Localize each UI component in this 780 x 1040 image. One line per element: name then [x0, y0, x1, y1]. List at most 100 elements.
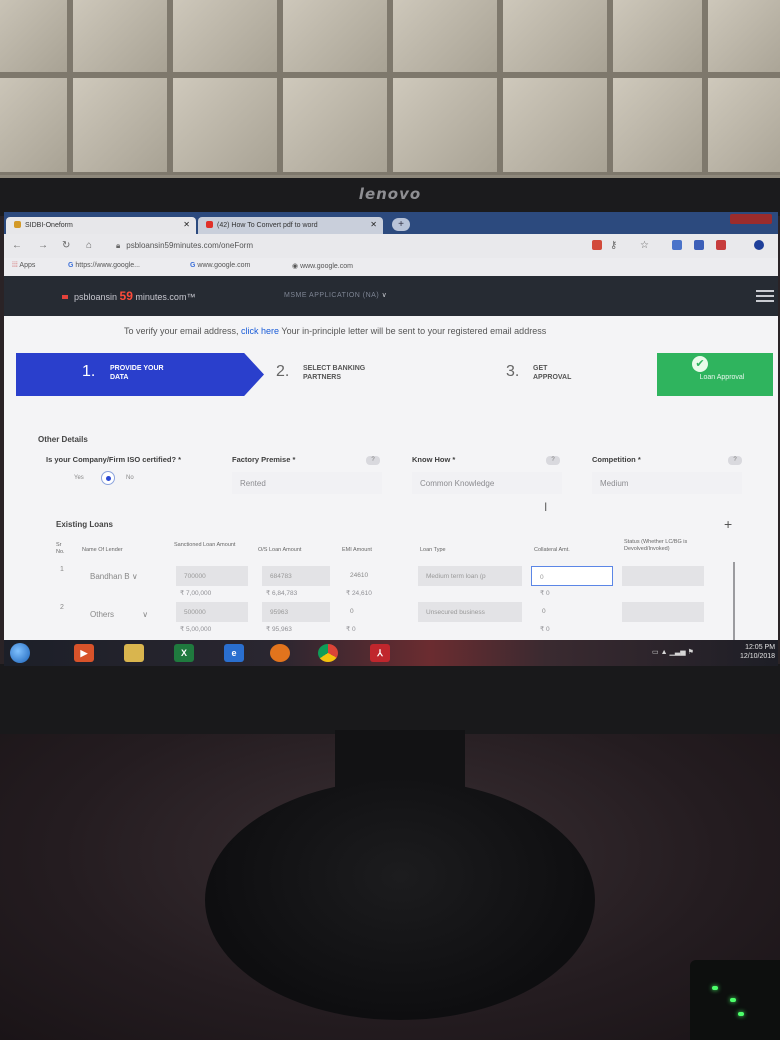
help-icon[interactable]: ?	[366, 456, 380, 465]
tab-youtube[interactable]: (42) How To Convert pdf to word ✕	[198, 217, 383, 234]
verify-email-link[interactable]: click here	[241, 326, 279, 336]
loan-sr-no: 2	[60, 604, 64, 611]
system-tray[interactable]: ▭ ▲ ▁▃▅ ⚑	[652, 648, 694, 656]
window-controls[interactable]	[730, 214, 772, 224]
acrobat-icon[interactable]: ⅄	[370, 644, 390, 662]
menu-icon[interactable]	[756, 290, 774, 302]
sanctioned-amount-formatted: ₹ 7,00,000	[180, 590, 212, 597]
check-icon: ✔	[692, 356, 708, 372]
tab-favicon-icon	[14, 221, 21, 228]
key-icon[interactable]: ⚷	[610, 240, 617, 251]
bookmark-google-1[interactable]: G https://www.google...	[68, 262, 140, 269]
chevron-down-icon: ∨	[131, 572, 138, 581]
chevron-down-icon: ∨	[142, 610, 149, 619]
star-icon[interactable]: ☆	[640, 240, 649, 251]
reload-icon[interactable]: ↻	[62, 240, 70, 251]
text-cursor-icon: I	[544, 500, 548, 514]
address-bar[interactable]: 🔒︎ psbloansin59minutes.com/oneForm	[116, 238, 586, 254]
home-icon[interactable]: ⌂	[86, 240, 92, 251]
iso-question-label: Is your Company/Firm ISO certified? *	[46, 455, 182, 464]
forward-icon[interactable]: →	[38, 240, 48, 251]
clock-date: 12/10/2018	[740, 653, 776, 660]
help-icon[interactable]: ?	[728, 456, 742, 465]
extension-icon[interactable]	[592, 240, 602, 250]
browser-tab-strip: SIDBI-Oneform ✕ (42) How To Convert pdf …	[4, 212, 778, 234]
col-header: Loan Type	[420, 547, 446, 553]
status-select[interactable]	[622, 566, 704, 586]
step-get-approval[interactable]: 3. GET APPROVAL	[496, 353, 656, 396]
excel-icon[interactable]: X	[174, 644, 194, 662]
internet-explorer-icon[interactable]: e	[224, 644, 244, 662]
application-menu[interactable]: MSME APPLICATION (NA) ∨	[284, 291, 387, 299]
add-loan-button[interactable]: +	[724, 516, 732, 532]
bookmark-google-3[interactable]: ◉ www.google.com	[292, 262, 353, 270]
media-player-icon[interactable]: ▶	[74, 644, 94, 662]
emi-amount-input[interactable]: 24610	[350, 572, 368, 579]
collateral-amount-formatted: ₹ 0	[540, 626, 550, 633]
competition-select[interactable]: Medium	[592, 472, 742, 494]
email-verify-notice: To verify your email address, click here…	[124, 326, 547, 336]
extension-icon[interactable]	[716, 240, 726, 250]
know-how-select[interactable]: Common Knowledge	[412, 472, 562, 494]
close-icon[interactable]: ✕	[183, 220, 190, 229]
logo-mark-icon	[62, 295, 68, 299]
competition-label: Competition *	[592, 455, 641, 464]
iso-radio[interactable]	[101, 471, 115, 485]
new-tab-button[interactable]: +	[392, 218, 410, 231]
extension-icon[interactable]	[694, 240, 704, 250]
collateral-amount-input[interactable]: 0	[542, 608, 546, 615]
col-header: Sr No.	[56, 542, 65, 555]
lender-select[interactable]: Others ∨	[90, 610, 148, 619]
close-icon[interactable]: ✕	[370, 220, 377, 229]
collateral-amount-input[interactable]: 0	[531, 566, 613, 586]
emi-amount-input[interactable]: 0	[350, 608, 354, 615]
browser-toolbar: ← → ↻ ⌂ 🔒︎ psbloansin59minutes.com/oneFor…	[4, 234, 778, 258]
step-provide-data[interactable]: 1. PROVIDE YOUR DATA	[16, 353, 264, 396]
outstanding-amount-input[interactable]: 95963	[262, 602, 330, 622]
lender-select[interactable]: Bandhan B ∨	[90, 572, 138, 581]
tab-title: SIDBI-Oneform	[25, 222, 73, 229]
flag-icon: ⚑	[687, 649, 694, 656]
col-header: Sanctioned Loan Amount	[174, 542, 236, 548]
firefox-icon[interactable]	[270, 644, 290, 662]
status-select[interactable]	[622, 602, 704, 622]
lock-icon: 🔒︎	[116, 241, 121, 250]
sanctioned-amount-input[interactable]: 500000	[176, 602, 248, 622]
factory-premise-select[interactable]: Rented	[232, 472, 382, 494]
monitor-brand: lenovo	[358, 185, 422, 203]
profile-avatar[interactable]	[754, 240, 764, 250]
tab-sidbi-oneform[interactable]: SIDBI-Oneform ✕	[6, 217, 196, 234]
know-how-label: Know How *	[412, 455, 456, 464]
site-logo[interactable]: psbloansin 59 minutes.com™	[62, 289, 195, 303]
url-text: psbloansin59minutes.com/oneForm	[126, 241, 253, 250]
loan-sr-no: 1	[60, 566, 64, 573]
col-header: Status (Whether LC/BG is Devolved/Invoke…	[624, 539, 688, 552]
bookmark-google-2[interactable]: G www.google.com	[190, 262, 250, 269]
clock-time: 12:05 PM	[745, 644, 776, 651]
progress-steps: 1. PROVIDE YOUR DATA 2. SELECT BANKING P…	[16, 353, 773, 396]
monitor-stand-base	[205, 780, 595, 1020]
loan-type-select[interactable]: Unsecured business	[418, 602, 522, 622]
back-icon[interactable]: ←	[12, 240, 22, 251]
step-select-banking[interactable]: 2. SELECT BANKING PARTNERS	[266, 353, 466, 396]
extension-icon[interactable]	[672, 240, 682, 250]
chrome-icon[interactable]	[318, 644, 338, 662]
collateral-amount-formatted: ₹ 0	[540, 590, 550, 597]
system-clock[interactable]: 12:05 PM 12/10/2018	[740, 643, 775, 661]
col-header: Collateral Amt.	[534, 547, 570, 553]
globe-icon: ◉	[292, 263, 299, 270]
step-loan-approval[interactable]: ✔ Loan Approval	[657, 353, 773, 396]
bookmark-apps[interactable]: ⁞⁞⁞ Apps	[12, 262, 35, 269]
factory-premise-label: Factory Premise *	[232, 455, 296, 464]
outstanding-amount-input[interactable]: 684783	[262, 566, 330, 586]
start-button-icon[interactable]	[10, 643, 30, 663]
app-header: psbloansin 59 minutes.com™ MSME APPLICAT…	[4, 276, 778, 316]
col-header: Name Of Lender	[82, 547, 123, 553]
file-explorer-icon[interactable]	[124, 644, 144, 662]
help-icon[interactable]: ?	[546, 456, 560, 465]
existing-loans-heading: Existing Loans	[56, 520, 113, 529]
chevron-down-icon: ∨	[381, 292, 388, 299]
loan-type-select[interactable]: Medium term loan (p	[418, 566, 522, 586]
tab-title: (42) How To Convert pdf to word	[217, 222, 318, 229]
sanctioned-amount-input[interactable]: 700000	[176, 566, 248, 586]
